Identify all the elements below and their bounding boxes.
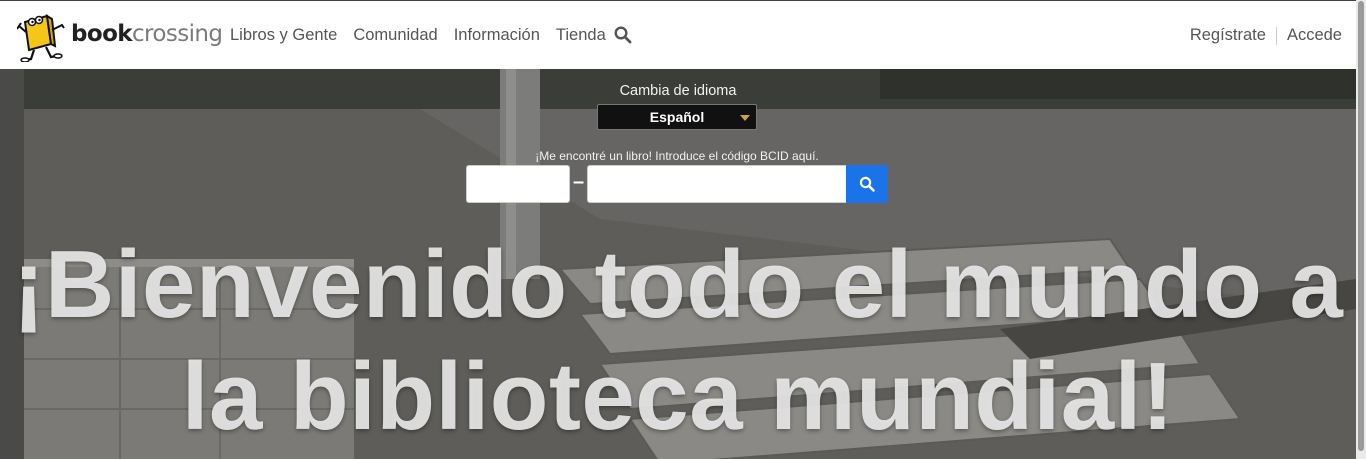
nav-divider <box>1275 26 1277 45</box>
nav-tienda[interactable]: Tienda <box>548 26 614 45</box>
bcid-search-button[interactable] <box>846 165 888 203</box>
auth-links: Regístrate Accede <box>1190 1 1342 70</box>
search-icon[interactable] <box>614 26 634 46</box>
scrollbar-thumb[interactable] <box>1358 1 1364 451</box>
logo-wordmark-light: crossing <box>131 21 223 47</box>
language-label: Cambia de idioma <box>619 83 737 99</box>
main-nav: Libros y Gente Comunidad Información Tie… <box>222 1 614 70</box>
nav-comunidad[interactable]: Comunidad <box>345 26 445 45</box>
caret-down-icon <box>740 115 750 121</box>
book-mascot-icon <box>17 14 65 62</box>
logo-wordmark: bookcrossing <box>71 21 223 47</box>
hero-headline: ¡Bienvenido todo el mundo a la bibliotec… <box>12 231 1344 450</box>
bcid-separator: – <box>573 171 585 193</box>
login-link[interactable]: Accede <box>1287 26 1342 45</box>
bcid-code-input[interactable] <box>587 165 847 203</box>
language-select[interactable]: Español <box>597 104 757 130</box>
bcid-label: ¡Me encontré un libro! Introduce el códi… <box>535 149 819 163</box>
language-selected-value: Español <box>649 109 705 125</box>
top-navbar: bookcrossing Libros y Gente Comunidad In… <box>0 0 1356 69</box>
hero-banner: Cambia de idioma Español ¡Me encontré un… <box>0 69 1356 459</box>
bookcrossing-logo[interactable]: bookcrossing <box>17 10 223 62</box>
nav-libros-y-gente[interactable]: Libros y Gente <box>222 26 345 45</box>
logo-wordmark-bold: book <box>71 21 133 47</box>
register-link[interactable]: Regístrate <box>1190 26 1266 45</box>
search-icon <box>859 176 875 192</box>
nav-informacion[interactable]: Información <box>446 26 548 45</box>
page-scrollbar[interactable] <box>1356 0 1366 459</box>
bcid-prefix-input[interactable] <box>466 165 570 203</box>
